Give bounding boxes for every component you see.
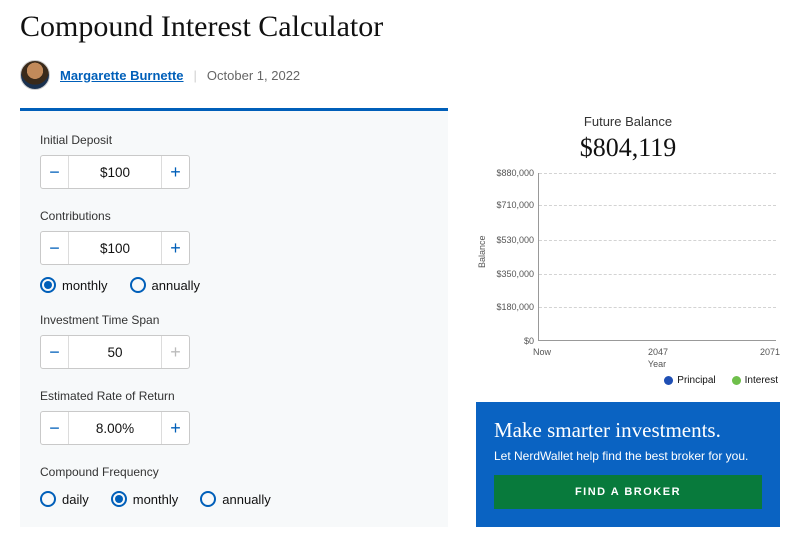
field-contributions: Contributions − $100 + monthly annually	[40, 209, 428, 293]
radio-on-icon	[40, 277, 56, 293]
initial-deposit-increment[interactable]: +	[161, 156, 189, 188]
contributions-decrement[interactable]: −	[41, 232, 69, 264]
results-column: Future Balance $804,119 Balance $0 $180,0…	[476, 108, 780, 527]
contributions-label: Contributions	[40, 209, 428, 223]
field-compound-freq: Compound Frequency daily monthly annuall…	[40, 465, 428, 507]
radio-off-icon	[40, 491, 56, 507]
compound-freq-annually[interactable]: annually	[200, 491, 270, 507]
initial-deposit-label: Initial Deposit	[40, 133, 428, 147]
x-tick: 2047	[648, 347, 668, 357]
contributions-freq-annually[interactable]: annually	[130, 277, 200, 293]
radio-label: daily	[62, 492, 89, 507]
rate-label: Estimated Rate of Return	[40, 389, 428, 403]
radio-off-icon	[130, 277, 146, 293]
time-span-decrement[interactable]: −	[41, 336, 69, 368]
find-a-broker-button[interactable]: FIND A BROKER	[494, 475, 762, 509]
initial-deposit-stepper: − $100 +	[40, 155, 190, 189]
byline-divider: |	[194, 68, 197, 83]
x-axis-label: Year	[538, 359, 776, 369]
time-span-value[interactable]: 50	[69, 336, 161, 368]
y-tick: $880,000	[488, 168, 534, 178]
compound-freq-label: Compound Frequency	[40, 465, 428, 479]
y-tick: $350,000	[488, 269, 534, 279]
y-tick: $530,000	[488, 235, 534, 245]
compound-freq-daily[interactable]: daily	[40, 491, 89, 507]
radio-off-icon	[200, 491, 216, 507]
legend-principal: Principal	[664, 375, 715, 386]
radio-label: annually	[152, 278, 200, 293]
page-title: Compound Interest Calculator	[20, 10, 780, 44]
contributions-freq-monthly[interactable]: monthly	[40, 277, 108, 293]
author-avatar	[20, 60, 50, 90]
field-initial-deposit: Initial Deposit − $100 +	[40, 133, 428, 189]
x-tick: 2071	[760, 347, 780, 357]
initial-deposit-value[interactable]: $100	[69, 156, 161, 188]
rate-decrement[interactable]: −	[41, 412, 69, 444]
publish-date: October 1, 2022	[207, 68, 300, 83]
field-time-span: Investment Time Span − 50 +	[40, 313, 428, 369]
time-span-label: Investment Time Span	[40, 313, 428, 327]
balance-chart: Balance $0$180,000$350,000$530,000$710,0…	[488, 173, 776, 363]
time-span-increment[interactable]: +	[161, 336, 189, 368]
contributions-stepper: − $100 +	[40, 231, 190, 265]
author-link[interactable]: Margarette Burnette	[60, 68, 184, 83]
rate-increment[interactable]: +	[161, 412, 189, 444]
initial-deposit-decrement[interactable]: −	[41, 156, 69, 188]
chart-plot-area	[538, 173, 776, 341]
y-tick: $0	[488, 336, 534, 346]
radio-label: monthly	[133, 492, 179, 507]
contributions-freq-group: monthly annually	[40, 277, 428, 293]
byline: Margarette Burnette | October 1, 2022	[20, 60, 780, 90]
legend-interest: Interest	[732, 375, 778, 386]
radio-label: monthly	[62, 278, 108, 293]
promo-card: Make smarter investments. Let NerdWallet…	[476, 402, 780, 527]
contributions-increment[interactable]: +	[161, 232, 189, 264]
radio-label: annually	[222, 492, 270, 507]
chart-bars	[539, 173, 776, 340]
promo-sub: Let NerdWallet help find the best broker…	[494, 449, 762, 463]
compound-freq-group: daily monthly annually	[40, 491, 428, 507]
field-rate: Estimated Rate of Return − 8.00% +	[40, 389, 428, 445]
rate-stepper: − 8.00% +	[40, 411, 190, 445]
radio-on-icon	[111, 491, 127, 507]
compound-freq-monthly[interactable]: monthly	[111, 491, 179, 507]
y-axis-label: Balance	[477, 235, 487, 268]
chart-legend: Principal Interest	[476, 375, 778, 386]
promo-headline: Make smarter investments.	[494, 418, 762, 443]
contributions-value[interactable]: $100	[69, 232, 161, 264]
future-balance-amount: $804,119	[476, 133, 780, 163]
future-balance-title: Future Balance	[476, 114, 780, 129]
y-tick: $710,000	[488, 200, 534, 210]
y-tick: $180,000	[488, 302, 534, 312]
calculator-panel: Initial Deposit − $100 + Contributions −…	[20, 108, 448, 527]
x-tick: Now	[533, 347, 551, 357]
time-span-stepper: − 50 +	[40, 335, 190, 369]
rate-value[interactable]: 8.00%	[69, 412, 161, 444]
